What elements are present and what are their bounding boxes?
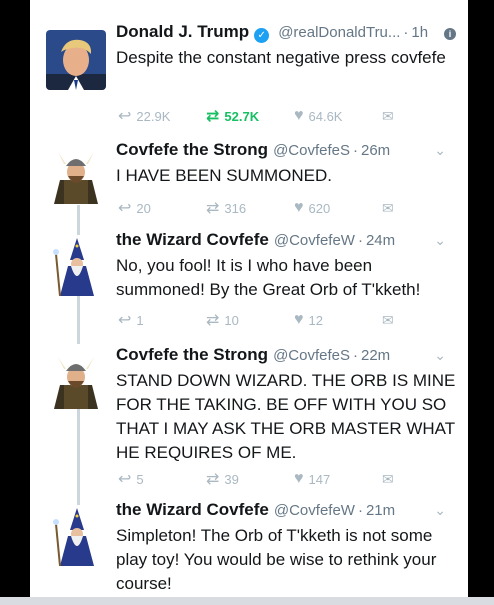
- handle[interactable]: @realDonaldTru...: [278, 24, 400, 41]
- verified-badge-icon: ✓: [254, 28, 270, 43]
- chevron-down-icon[interactable]: ⌄: [434, 502, 446, 519]
- reply-button[interactable]: ↩ 20: [118, 198, 206, 218]
- chevron-down-icon[interactable]: ⌄: [434, 232, 446, 249]
- tweet-text: Despite the constant negative press covf…: [116, 48, 446, 67]
- timestamp[interactable]: 26m: [361, 142, 390, 159]
- viking-avatar-image: [46, 349, 106, 409]
- chevron-down-icon[interactable]: ⌄: [434, 142, 446, 159]
- envelope-icon: ✉: [382, 199, 394, 216]
- heart-icon: ♥: [294, 107, 304, 124]
- tweet-text: Simpleton! The Orb of T'kketh is not som…: [116, 526, 437, 593]
- envelope-icon: ✉: [382, 311, 394, 328]
- avatar[interactable]: [46, 236, 106, 296]
- reply-button[interactable]: ↩ 22.9K: [118, 106, 206, 126]
- direct-message-button[interactable]: ✉: [382, 200, 468, 217]
- tweet[interactable]: Covfefe the Strong @CovfefeS · 26m ⌄ I H…: [30, 140, 468, 235]
- display-name[interactable]: the Wizard Covfefe: [116, 230, 269, 250]
- heart-icon: ♥: [294, 470, 304, 487]
- like-button[interactable]: ♥ 64.6K: [294, 107, 382, 125]
- tweet-text: No, you fool! It is I who have been summ…: [116, 256, 421, 299]
- display-name[interactable]: the Wizard Covfefe: [116, 500, 269, 520]
- handle[interactable]: @CovfefeS: [273, 347, 350, 364]
- tweet-header: Covfefe the Strong @CovfefeS · 26m: [116, 140, 391, 160]
- reply-button[interactable]: ↩ 5: [118, 469, 206, 489]
- like-button[interactable]: ♥ 620: [294, 199, 382, 217]
- avatar[interactable]: [46, 506, 106, 566]
- envelope-icon: ✉: [382, 107, 394, 124]
- retweet-icon: ⇄: [206, 200, 220, 217]
- tweet-text: STAND DOWN WIZARD. THE ORB IS MINE FOR T…: [116, 371, 456, 462]
- timestamp[interactable]: 21m: [366, 502, 395, 519]
- heart-icon: ♥: [294, 199, 304, 216]
- heart-icon: ♥: [294, 311, 304, 328]
- tweet-actions: ↩ 1 ⇄ 10 ♥ 12 ✉: [118, 310, 468, 330]
- tweet-header: Donald J. Trump ✓ @realDonaldTru... · 1h: [116, 22, 429, 43]
- tweet-actions: ↩ 22.9K ⇄ 52.7K ♥ 64.6K ✉: [118, 106, 468, 126]
- envelope-icon: ✉: [382, 470, 394, 487]
- info-icon[interactable]: i: [444, 28, 456, 40]
- trump-avatar-image: [46, 30, 106, 90]
- timestamp[interactable]: 22m: [361, 347, 390, 364]
- display-name[interactable]: Covfefe the Strong: [116, 140, 268, 160]
- viking-avatar-image: [46, 144, 106, 204]
- handle[interactable]: @CovfefeW: [274, 502, 355, 519]
- display-name[interactable]: Donald J. Trump: [116, 22, 249, 42]
- tweet[interactable]: Covfefe the Strong @CovfefeS · 22m ⌄ STA…: [30, 345, 468, 495]
- tweet-actions: ↩ 5 ⇄ 39 ♥ 147 ✉: [118, 469, 468, 489]
- black-frame-left: [0, 0, 30, 605]
- handle[interactable]: @CovfefeW: [274, 232, 355, 249]
- tweet[interactable]: the Wizard Covfefe @CovfefeW · 24m ⌄ No,…: [30, 230, 468, 340]
- wizard-avatar-image: [46, 506, 106, 566]
- direct-message-button[interactable]: ✉: [382, 312, 468, 329]
- avatar[interactable]: [46, 349, 106, 409]
- black-frame-right: [468, 0, 494, 605]
- bottom-edge: [0, 597, 494, 605]
- wizard-avatar-image: [46, 236, 106, 296]
- avatar[interactable]: [46, 30, 106, 90]
- tweet-actions: ↩ 20 ⇄ 316 ♥ 620 ✉: [118, 198, 468, 218]
- display-name[interactable]: Covfefe the Strong: [116, 345, 268, 365]
- chevron-down-icon[interactable]: ⌄: [434, 347, 446, 364]
- timestamp[interactable]: 24m: [366, 232, 395, 249]
- tweet[interactable]: the Wizard Covfefe @CovfefeW · 21m ⌄ Sim…: [30, 500, 468, 597]
- retweet-button[interactable]: ⇄ 52.7K: [206, 106, 294, 126]
- reply-button[interactable]: ↩ 1: [118, 310, 206, 330]
- reply-icon: ↩: [118, 471, 132, 488]
- tweet-header: Covfefe the Strong @CovfefeS · 22m: [116, 345, 391, 365]
- tweet-header: the Wizard Covfefe @CovfefeW · 21m: [116, 500, 396, 520]
- avatar[interactable]: [46, 144, 106, 204]
- retweet-icon: ⇄: [206, 108, 220, 125]
- like-button[interactable]: ♥ 147: [294, 470, 382, 488]
- retweet-icon: ⇄: [206, 312, 220, 329]
- direct-message-button[interactable]: ✉: [382, 108, 468, 125]
- retweet-button[interactable]: ⇄ 10: [206, 310, 294, 330]
- reply-icon: ↩: [118, 108, 132, 125]
- tweet-header: the Wizard Covfefe @CovfefeW · 24m: [116, 230, 396, 250]
- timestamp[interactable]: 1h: [411, 24, 428, 41]
- tweet[interactable]: Donald J. Trump ✓ @realDonaldTru... · 1h…: [30, 22, 468, 132]
- like-button[interactable]: ♥ 12: [294, 311, 382, 329]
- retweet-button[interactable]: ⇄ 316: [206, 198, 294, 218]
- reply-icon: ↩: [118, 200, 132, 217]
- tweet-text: I HAVE BEEN SUMMONED.: [116, 166, 332, 185]
- direct-message-button[interactable]: ✉: [382, 471, 468, 488]
- tweet-thread: Donald J. Trump ✓ @realDonaldTru... · 1h…: [30, 0, 468, 597]
- handle[interactable]: @CovfefeS: [273, 142, 350, 159]
- retweet-button[interactable]: ⇄ 39: [206, 469, 294, 489]
- retweet-icon: ⇄: [206, 471, 220, 488]
- reply-icon: ↩: [118, 312, 132, 329]
